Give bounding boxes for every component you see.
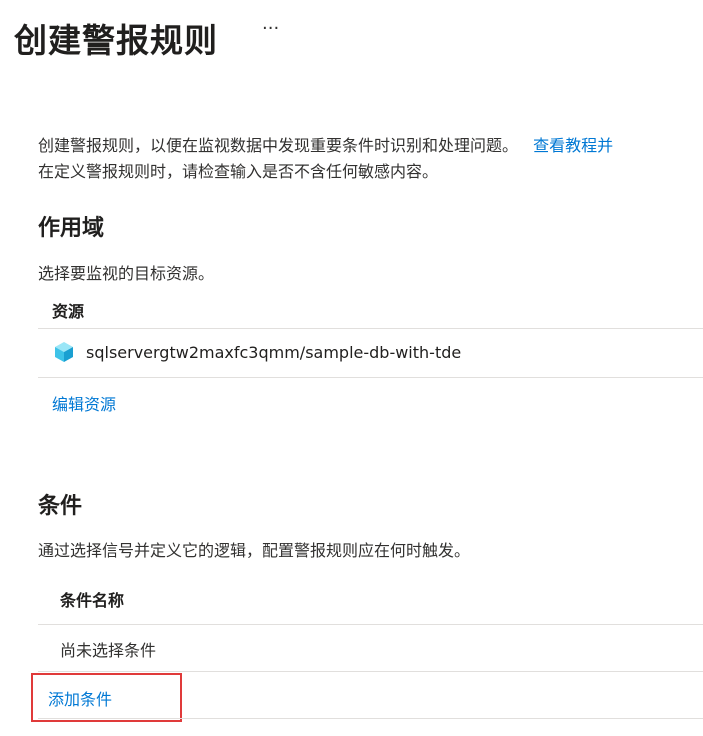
page-title: 创建警报规则 <box>14 21 218 60</box>
divider <box>38 671 703 672</box>
sql-database-cube-icon <box>52 340 76 364</box>
resource-row: sqlservergtw2maxfc3qmm/sample-db-with-td… <box>52 340 461 364</box>
intro-line-1: 创建警报规则，以便在监视数据中发现重要条件时识别和处理问题。 查看教程并 <box>38 132 613 156</box>
divider <box>38 377 703 378</box>
condition-heading: 条件 <box>38 494 83 519</box>
condition-name-column-header: 条件名称 <box>60 591 125 610</box>
add-condition-highlight-box <box>31 673 182 722</box>
resource-column-header: 资源 <box>52 302 85 321</box>
no-condition-row: 尚未选择条件 <box>60 641 157 660</box>
scope-heading: 作用域 <box>38 216 105 241</box>
resource-name: sqlservergtw2maxfc3qmm/sample-db-with-td… <box>86 342 462 362</box>
more-options-button[interactable]: ··· <box>262 18 279 39</box>
condition-subtitle: 通过选择信号并定义它的逻辑，配置警报规则应在何时触发。 <box>38 541 471 560</box>
divider <box>38 328 703 329</box>
edit-resource-link[interactable]: 编辑资源 <box>52 391 116 415</box>
intro-text: 创建警报规则，以便在监视数据中发现重要条件时识别和处理问题。 <box>38 136 519 155</box>
divider <box>38 624 703 625</box>
scope-subtitle: 选择要监视的目标资源。 <box>38 264 215 283</box>
divider <box>38 718 703 719</box>
view-tutorial-link[interactable]: 查看教程并 <box>533 136 613 155</box>
intro-line-2: 在定义警报规则时，请检查输入是否不含任何敏感内容。 <box>38 162 439 181</box>
